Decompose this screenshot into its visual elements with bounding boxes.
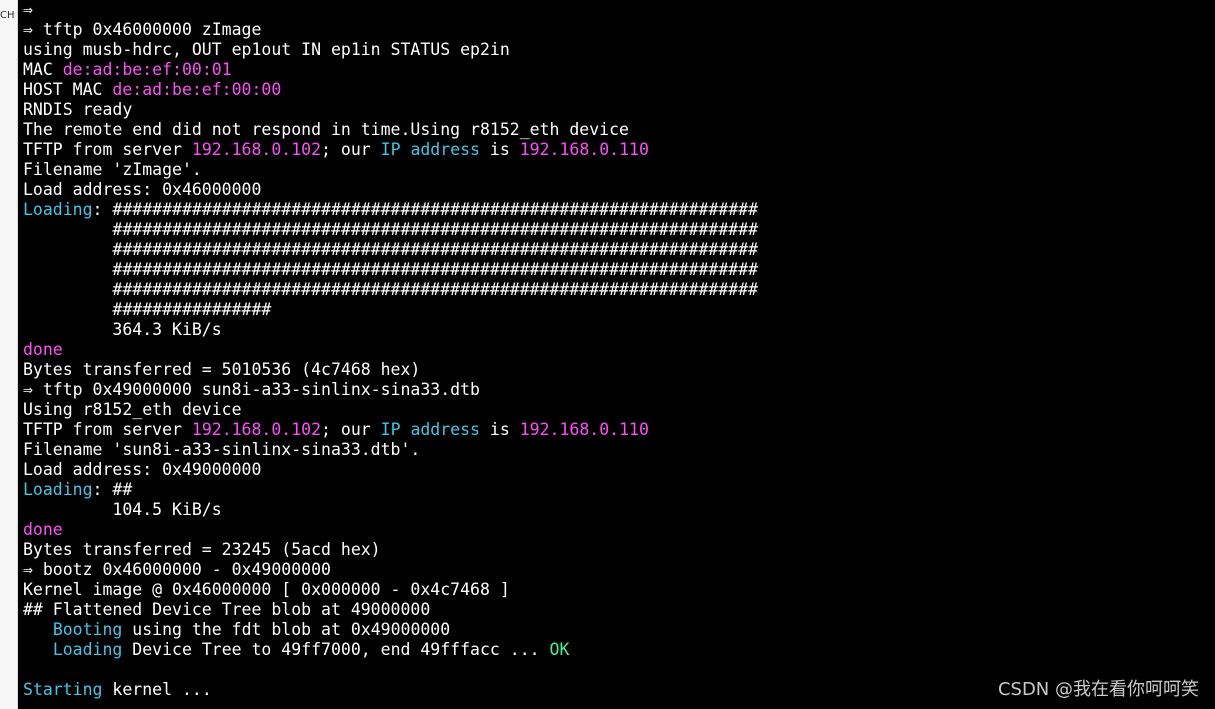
terminal-line: ########################################…: [23, 280, 1215, 300]
terminal-text-segment: Using r8152_eth device: [23, 400, 242, 419]
terminal-line: 104.5 KiB/s: [23, 500, 1215, 520]
terminal-text-segment: Loading: [23, 200, 93, 219]
terminal-line: done: [23, 520, 1215, 540]
terminal-line: Loading: ###############################…: [23, 200, 1215, 220]
terminal-text-segment: ⇒: [23, 0, 33, 19]
terminal-text-segment: using the fdt blob at 0x49000000: [122, 620, 451, 639]
terminal-text-segment: HOST MAC: [23, 80, 113, 99]
terminal-line: Bytes transferred = 23245 (5acd hex): [23, 540, 1215, 560]
terminal-line: ⇒ bootz 0x46000000 - 0x49000000: [23, 560, 1215, 580]
terminal-text-segment: is: [479, 420, 520, 439]
left-edge-strip: CH: [0, 0, 18, 709]
terminal-line: ⇒ tftp 0x46000000 zImage: [23, 20, 1215, 40]
terminal-text-segment: ; our: [321, 140, 381, 159]
terminal-line: 364.3 KiB/s: [23, 320, 1215, 340]
terminal-text-segment: ################: [23, 300, 272, 319]
terminal-line: ⇒ tftp 0x49000000 sun8i-a33-sinlinx-sina…: [23, 380, 1215, 400]
terminal-text-segment: 192.168.0.110: [519, 420, 649, 439]
terminal-text-segment: TFTP from server: [23, 140, 192, 159]
terminal-text-segment: 192.168.0.110: [519, 140, 649, 159]
terminal-text-segment: ## Flattened Device Tree blob at 4900000…: [23, 600, 431, 619]
terminal-text-segment: de:ad:be:ef:00:00: [112, 80, 282, 99]
terminal-text-segment: Booting: [52, 620, 123, 639]
terminal-text-segment: 192.168.0.102: [191, 140, 322, 159]
terminal-text-segment: is: [479, 140, 520, 159]
terminal-text-segment: ########################################…: [23, 220, 759, 239]
terminal-output: ⇒ ⇒ tftp 0x46000000 zImage using musb-hdrc…: [23, 0, 1215, 700]
terminal-line: Load address: 0x49000000: [23, 460, 1215, 480]
terminal-line: MAC de:ad:be:ef:00:01: [23, 60, 1215, 80]
terminal-text-segment: Load address: 0x49000000: [23, 460, 262, 479]
csdn-watermark: CSDN @我在看你呵呵笑: [997, 679, 1199, 700]
terminal-text-segment: 104.5 KiB/s: [23, 500, 222, 519]
terminal-line: Filename 'zImage'.: [23, 160, 1215, 180]
terminal-text-segment: TFTP from server: [23, 420, 192, 439]
terminal-text-segment: using musb-hdrc, OUT ep1out IN ep1in STA…: [23, 40, 510, 59]
terminal-text-segment: Bytes transferred = 5010536 (4c7468 hex): [23, 360, 421, 379]
terminal-text-segment: Filename 'sun8i-a33-sinlinx-sina33.dtb'.: [23, 440, 421, 459]
terminal-text-segment: IP address: [380, 420, 480, 439]
terminal-text-segment: ⇒ tftp 0x49000000 sun8i-a33-sinlinx-sina…: [23, 380, 480, 399]
terminal-text-segment: Device Tree to 49ff7000, end 49fffacc ..…: [122, 640, 550, 659]
terminal-text-segment: Loading: [23, 480, 93, 499]
terminal-text-segment: 192.168.0.102: [191, 420, 322, 439]
terminal-text-segment: RNDIS ready: [23, 100, 133, 119]
terminal-line: Bytes transferred = 5010536 (4c7468 hex): [23, 360, 1215, 380]
terminal-line: Filename 'sun8i-a33-sinlinx-sina33.dtb'.: [23, 440, 1215, 460]
terminal-window[interactable]: ⇒ ⇒ tftp 0x46000000 zImage using musb-hdrc…: [18, 0, 1215, 709]
terminal-line: TFTP from server 192.168.0.102; our IP a…: [23, 420, 1215, 440]
terminal-text-segment: : ######################################…: [92, 200, 759, 219]
terminal-line: using musb-hdrc, OUT ep1out IN ep1in STA…: [23, 40, 1215, 60]
terminal-line: ⇒: [23, 0, 1215, 20]
terminal-line: ################: [23, 300, 1215, 320]
terminal-text-segment: ########################################…: [23, 240, 759, 259]
terminal-text-segment: ⇒ bootz 0x46000000 - 0x49000000: [23, 560, 331, 579]
terminal-text-segment: Bytes transferred = 23245 (5acd hex): [23, 540, 381, 559]
terminal-text-segment: 364.3 KiB/s: [23, 320, 222, 339]
terminal-line: done: [23, 340, 1215, 360]
terminal-text-segment: kernel ...: [102, 680, 212, 699]
terminal-text-segment: de:ad:be:ef:00:01: [62, 60, 232, 79]
terminal-line: ## Flattened Device Tree blob at 4900000…: [23, 600, 1215, 620]
terminal-line: Loading: ##: [23, 480, 1215, 500]
terminal-line: ########################################…: [23, 220, 1215, 240]
terminal-text-segment: Load address: 0x46000000: [23, 180, 262, 199]
terminal-text-segment: : ##: [92, 480, 133, 499]
terminal-text-segment: ⇒ tftp 0x46000000 zImage: [23, 20, 262, 39]
terminal-line: HOST MAC de:ad:be:ef:00:00: [23, 80, 1215, 100]
terminal-line: ########################################…: [23, 240, 1215, 260]
terminal-line: The remote end did not respond in time.U…: [23, 120, 1215, 140]
terminal-text-segment: done: [23, 340, 63, 359]
terminal-text-segment: Loading: [52, 640, 123, 659]
terminal-text-segment: ########################################…: [23, 280, 759, 299]
terminal-line: ########################################…: [23, 260, 1215, 280]
terminal-text-segment: The remote end did not respond in time.U…: [23, 120, 629, 139]
terminal-text-segment: Kernel image @ 0x46000000 [ 0x000000 - 0…: [23, 580, 510, 599]
terminal-line: RNDIS ready: [23, 100, 1215, 120]
terminal-text-segment: IP address: [380, 140, 480, 159]
terminal-text-segment: ; our: [321, 420, 381, 439]
terminal-line: Loading Device Tree to 49ff7000, end 49f…: [23, 640, 1215, 660]
terminal-text-segment: OK: [549, 640, 570, 659]
terminal-line: Using r8152_eth device: [23, 400, 1215, 420]
terminal-line: Booting using the fdt blob at 0x49000000: [23, 620, 1215, 640]
terminal-text-segment: Filename 'zImage'.: [23, 160, 202, 179]
terminal-text-segment: MAC: [23, 60, 63, 79]
terminal-text-segment: ########################################…: [23, 260, 759, 279]
terminal-line: Kernel image @ 0x46000000 [ 0x000000 - 0…: [23, 580, 1215, 600]
terminal-line: Load address: 0x46000000: [23, 180, 1215, 200]
terminal-line: TFTP from server 192.168.0.102; our IP a…: [23, 140, 1215, 160]
left-edge-label: CH: [0, 10, 15, 21]
terminal-text-segment: done: [23, 520, 63, 539]
terminal-text-segment: Starting: [23, 680, 103, 699]
